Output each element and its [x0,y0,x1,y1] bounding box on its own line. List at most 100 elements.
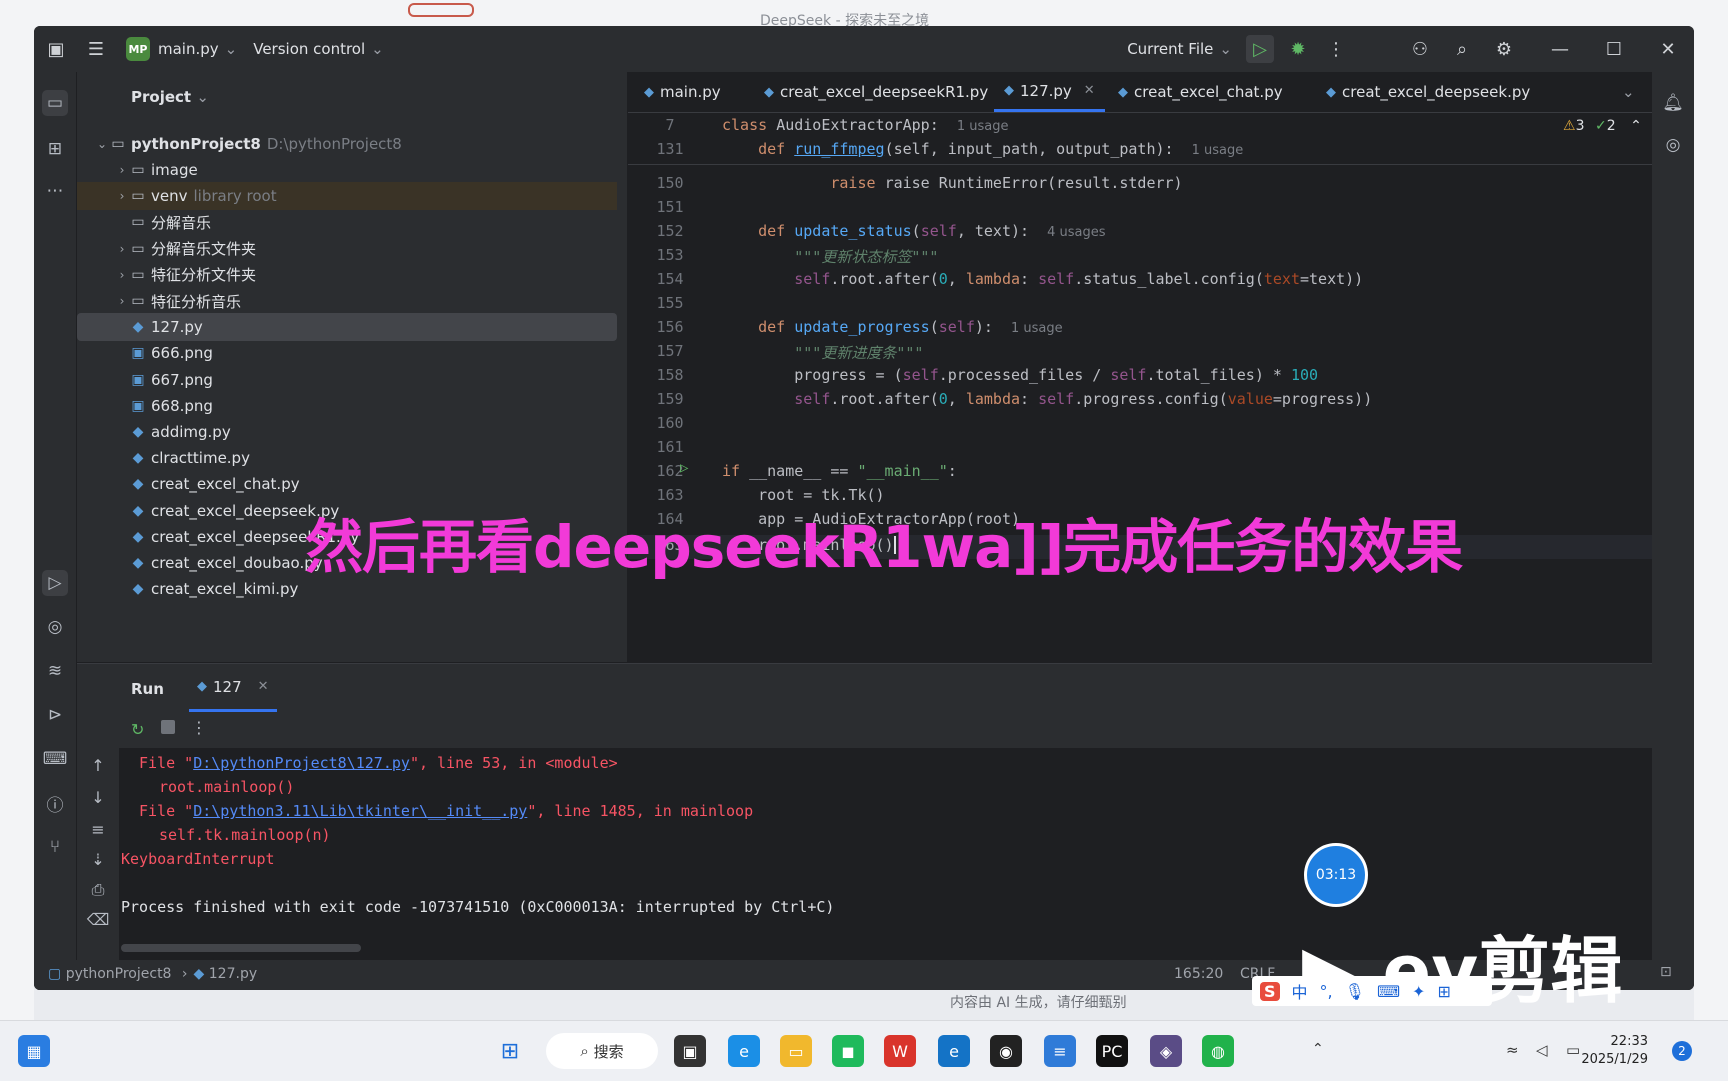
widget-icon[interactable]: ▦ [18,1035,50,1067]
tree-item[interactable]: ◆ creat_excel_chat.py [77,470,617,498]
stop-icon[interactable] [161,720,175,734]
caret-position[interactable]: 165:20 [1174,966,1223,982]
taskbar-clock[interactable]: 22:33 2025/1/29 [1581,1033,1648,1069]
close-icon[interactable]: ✕ [1654,35,1682,63]
edge-icon[interactable]: e [938,1035,970,1067]
project-panel-title[interactable]: Project ⌄ [131,88,209,106]
ime-language[interactable]: 中 [1292,979,1308,1003]
project-folder-icon[interactable]: ▭ [42,90,68,116]
notepad-icon[interactable]: ≡ [1044,1035,1076,1067]
tree-item[interactable]: ▭ 分解音乐 [77,208,617,236]
tab-creat-excel-deepseekr1[interactable]: ◆ creat_excel_deepseekR1.py [764,72,988,112]
wifi-icon[interactable]: ≈ [1506,1041,1519,1059]
run-tab-127[interactable]: ◆ 127 ✕ [189,664,277,712]
minimize-icon[interactable]: — [1546,35,1574,63]
taskbar-search[interactable]: ⌕ 搜索 [546,1033,658,1069]
file-link[interactable]: D:\pythonProject8\127.py [193,754,410,772]
run-gutter-icon[interactable]: ▷ [680,460,688,476]
chevron-up-icon[interactable]: ⌃ [1312,1041,1324,1057]
problems-icon[interactable]: ⓘ [42,790,68,816]
search-icon[interactable]: ⌕ [1448,35,1476,63]
more-actions-icon[interactable]: ⋮ [191,718,207,737]
debug-icon[interactable]: ✹ [1284,35,1312,63]
structure-icon[interactable]: ⊞ [42,136,68,162]
pycharm-taskbar-icon[interactable]: PC [1096,1035,1128,1067]
print-icon[interactable]: ⎙ [86,880,110,904]
terminal-icon[interactable]: ⌨ [42,746,68,772]
line-number: 154 [656,270,684,288]
soft-wrap-icon[interactable]: ≡ [86,820,110,844]
line-number: 151 [656,198,684,216]
folder-icon: ▭ [131,266,145,283]
notifications-bell-icon[interactable]: 🔔︎ [1660,90,1686,116]
project-file-switcher[interactable]: main.py [158,40,219,58]
python-packages-icon[interactable]: ≋ [42,658,68,684]
more-tools-icon[interactable]: ⋯ [42,178,68,204]
battery-icon[interactable]: ▭ [1566,1041,1580,1059]
rerun-icon[interactable]: ↻ [131,720,144,739]
trash-icon[interactable]: ⌫ [86,910,110,934]
tab-creat-excel-chat[interactable]: ◆ creat_excel_chat.py [1118,72,1283,112]
keyboard-icon[interactable]: ⌨ [1377,982,1400,1001]
breadcrumb[interactable]: ▢ pythonProject8 › ◆ 127.py [48,966,257,982]
tabs-dropdown-icon[interactable]: ⌄ [1622,72,1635,112]
python-console-icon[interactable]: ◎ [42,614,68,640]
edge-ai-icon[interactable]: e [728,1035,760,1067]
store-icon[interactable]: ◼ [832,1035,864,1067]
tree-item[interactable]: › ▭ 特征分析音乐 [77,287,617,315]
skin-icon[interactable]: ✦ [1412,982,1425,1001]
tab-main-py[interactable]: ◆ main.py [644,72,721,112]
arrow-down-icon[interactable]: ↓ [86,788,110,812]
run-configuration-select[interactable]: Current File [1127,40,1213,58]
main-menu-icon[interactable]: ☰ [82,35,110,63]
lock-icon[interactable]: ⊡ [1660,964,1672,980]
tree-item[interactable]: › ▭ 特征分析文件夹 [77,261,617,289]
inspection-widget[interactable]: ⚠3 ✓2 ⌃ ⌄ [1563,118,1666,134]
windows-start-icon[interactable]: ⊞ [494,1035,526,1067]
close-tab-icon[interactable]: ✕ [258,679,269,694]
ai-assistant-icon[interactable]: ◎ [1660,132,1686,158]
notification-badge[interactable]: 2 [1672,1041,1692,1061]
wps-icon[interactable]: W [884,1035,916,1067]
cat-app-icon[interactable]: ◈ [1150,1035,1182,1067]
tree-item[interactable]: ▣ 666.png [77,339,617,367]
qq-icon[interactable]: ◉ [990,1035,1022,1067]
chevron-up-icon[interactable]: ⌃ [1630,118,1642,134]
more-actions-icon[interactable]: ⋮ [1322,35,1350,63]
scroll-to-end-icon[interactable]: ⇣ [86,850,110,874]
microphone-icon[interactable]: 🎙︎ [1345,982,1365,1001]
close-tab-icon[interactable]: ✕ [1084,83,1095,98]
tree-item[interactable]: › ▭ venv library root [77,182,617,211]
tree-root[interactable]: ⌄ ▭ pythonProject8 D:\pythonProject8 [77,130,617,158]
tree-item[interactable]: ◆ 127.py [77,313,617,342]
tree-item[interactable]: ▣ 667.png [77,366,617,394]
grid-icon[interactable]: ⊞ [1437,982,1450,1001]
tree-item[interactable]: ◆ clracttime.py [77,444,617,472]
arrow-up-icon[interactable]: ↑ [86,756,110,780]
code-with-me-icon[interactable]: ⚇ [1406,35,1434,63]
task-view-icon[interactable]: ▣ [674,1035,706,1067]
tree-item[interactable]: › ▭ 分解音乐文件夹 [77,235,617,263]
settings-gear-icon[interactable]: ⚙ [1490,35,1518,63]
volume-icon[interactable]: ◁ [1536,1041,1548,1059]
run-button[interactable]: ▷ [1246,35,1274,63]
run-toolbar: ↻ ⋮ [77,712,1652,748]
run-tool-icon[interactable]: ▷ [42,570,68,596]
tab-creat-excel-deepseek[interactable]: ◆ creat_excel_deepseek.py [1326,72,1530,112]
punctuation-icon[interactable]: °, [1320,982,1333,1001]
maximize-icon[interactable]: ☐ [1600,35,1628,63]
services-icon[interactable]: ⊳ [42,702,68,728]
python-file-icon: ◆ [132,476,144,493]
ime-toolbar[interactable]: S 中 °, 🎙︎ ⌨ ✦ ⊞ [1252,976,1492,1006]
version-control-menu[interactable]: Version control [253,40,365,58]
tree-item[interactable]: ▣ 668.png [77,392,617,420]
file-explorer-icon[interactable]: ▭ [780,1035,812,1067]
tree-root-label: pythonProject8 [131,135,261,153]
wechat-icon[interactable]: ◍ [1202,1035,1234,1067]
tab-127-py[interactable]: ◆ 127.py ✕ [994,72,1105,112]
tree-item[interactable]: ◆ addimg.py [77,418,617,446]
horizontal-scrollbar[interactable] [121,944,361,952]
tree-item[interactable]: › ▭ image [77,156,617,184]
file-link[interactable]: D:\python3.11\Lib\tkinter\__init__.py [193,802,527,820]
git-icon[interactable]: ⑂ [42,834,68,860]
